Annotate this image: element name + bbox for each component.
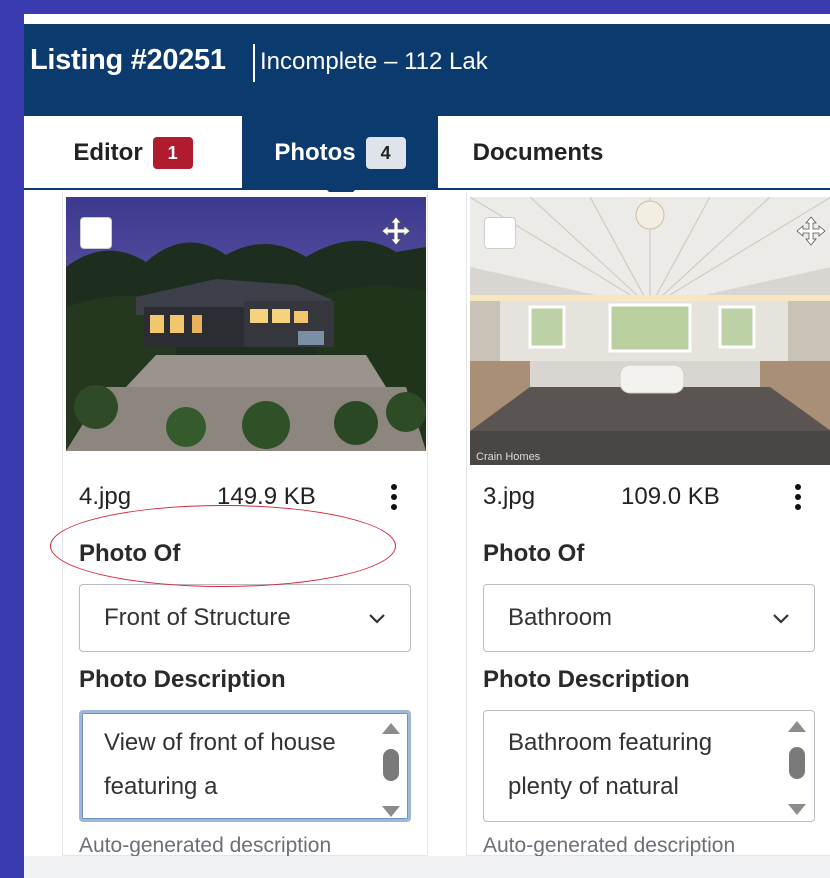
auto-generated-hint: Auto-generated description: [483, 834, 736, 857]
file-name: 4.jpg: [79, 483, 132, 510]
scroll-down-icon[interactable]: [382, 806, 400, 817]
tab-documents-label: Documents: [472, 139, 604, 166]
photo-description-text: View of front of house featuring a: [104, 729, 336, 800]
scroll-thumb[interactable]: [383, 749, 399, 781]
select-photo-checkbox[interactable]: [80, 217, 112, 249]
listing-status: Incomplete – 112 Lak: [260, 48, 488, 75]
file-size: 149.9 KB: [217, 483, 316, 510]
chevron-down-icon: [773, 614, 789, 624]
photo-thumbnail[interactable]: [66, 197, 426, 451]
photo-watermark: Crain Homes: [476, 451, 541, 463]
photo-description-label: Photo Description: [483, 666, 690, 693]
photo-of-select[interactable]: Front of Structure: [79, 584, 411, 652]
photo-description-text: Bathroom featuring plenty of natural: [508, 729, 713, 800]
tab-photos-label: Photos: [274, 139, 356, 166]
file-info-row: 3.jpg 109.0 KB: [483, 480, 813, 514]
photo-of-select[interactable]: Bathroom: [483, 584, 815, 652]
bathroom-interior-image: [470, 197, 830, 465]
textarea-scrollbar[interactable]: [380, 723, 402, 817]
photos-count-badge: 4: [365, 137, 406, 169]
file-info-row: 4.jpg 149.9 KB: [79, 480, 409, 514]
move-drag-icon[interactable]: [380, 215, 412, 247]
chevron-down-icon: [369, 614, 385, 624]
photo-card: 4.jpg 149.9 KB Photo Of Front of Structu…: [62, 192, 428, 857]
tab-editor-label: Editor: [73, 139, 143, 166]
tab-editor[interactable]: Editor 1: [24, 116, 242, 190]
auto-generated-hint: Auto-generated description: [79, 834, 332, 857]
photo-description-textarea[interactable]: View of front of house featuring a: [79, 710, 411, 822]
tab-photos[interactable]: Photos 4: [242, 116, 438, 190]
house-exterior-image: [66, 197, 426, 451]
editor-count-badge: 1: [152, 137, 193, 169]
scroll-thumb[interactable]: [789, 747, 805, 779]
listing-title: Listing #20251: [30, 44, 226, 76]
text-cursor: [253, 44, 255, 82]
listing-header: Listing #20251 Incomplete – 112 Lak: [24, 24, 830, 116]
more-options-icon[interactable]: [379, 482, 409, 512]
photo-thumbnail[interactable]: Crain Homes: [470, 197, 830, 465]
file-name: 3.jpg: [483, 483, 536, 510]
photo-of-label: Photo Of: [483, 540, 585, 567]
photo-description-textarea[interactable]: Bathroom featuring plenty of natural: [483, 710, 815, 822]
scroll-down-icon[interactable]: [788, 804, 806, 815]
textarea-scrollbar[interactable]: [786, 721, 808, 815]
photo-of-value: Front of Structure: [104, 604, 291, 631]
file-size: 109.0 KB: [621, 483, 720, 510]
photo-of-label: Photo Of: [79, 540, 181, 567]
app-frame: Listing #20251 Incomplete – 112 Lak Edit…: [24, 14, 830, 878]
photo-grid: 4.jpg 149.9 KB Photo Of Front of Structu…: [24, 192, 830, 857]
select-photo-checkbox[interactable]: [484, 217, 516, 249]
more-options-icon[interactable]: [783, 482, 813, 512]
bottom-strip: [24, 856, 830, 878]
move-drag-icon[interactable]: [795, 215, 827, 247]
photo-card: Crain Homes 3.jpg 109.0 KB Photo Of Bath…: [466, 192, 830, 857]
scroll-up-icon[interactable]: [788, 721, 806, 732]
photo-description-label: Photo Description: [79, 666, 286, 693]
tab-bar: Editor 1 Photos 4 Documents: [24, 116, 830, 190]
tab-documents[interactable]: Documents: [438, 116, 638, 190]
scroll-up-icon[interactable]: [382, 723, 400, 734]
photo-of-value: Bathroom: [508, 604, 613, 631]
